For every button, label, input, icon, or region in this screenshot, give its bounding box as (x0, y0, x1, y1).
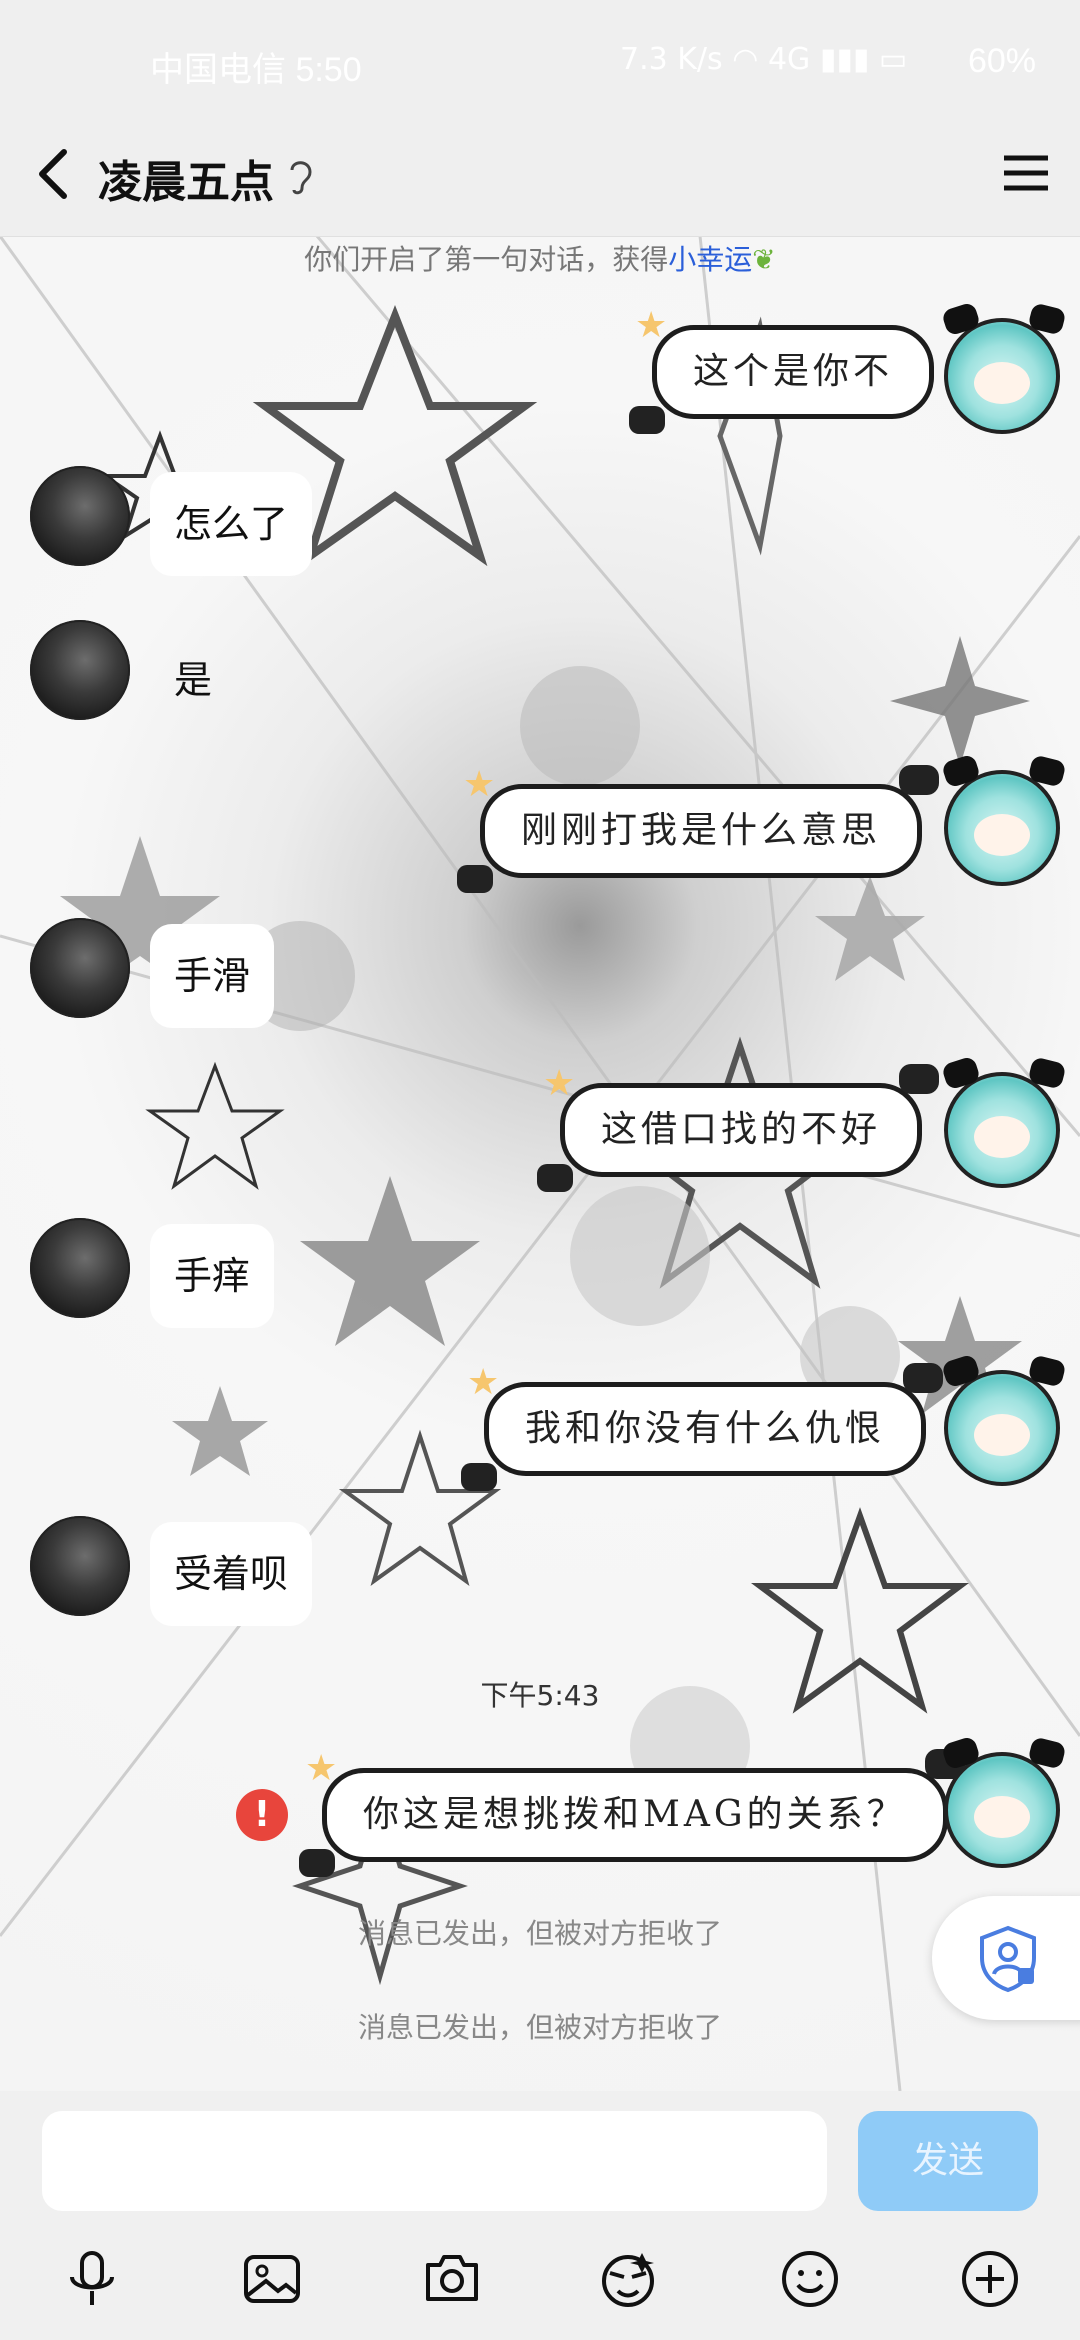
battery-percent: 60% (967, 42, 1036, 80)
plus-icon[interactable] (958, 2247, 1022, 2311)
message-text: 你这是想挑拨和MAG的关系？ (363, 1794, 907, 1835)
star-deco-icon: ★ (463, 764, 500, 805)
contact-avatar[interactable] (30, 918, 130, 1018)
network-speed: 7.3 K/s (620, 42, 723, 77)
my-avatar[interactable] (940, 1353, 1067, 1486)
microphone-icon[interactable] (60, 2247, 124, 2311)
cat-deco-icon (537, 1164, 573, 1192)
cat-deco-icon (299, 1849, 335, 1877)
status-bar: 中国电信 5:50 7.3 K/s ◠ 4G ▮▮▮ ▭ 60% (0, 0, 1080, 128)
message-bubble-sent[interactable]: ★ 这个是你不 (629, 308, 935, 434)
message-text: 手滑 (174, 954, 251, 998)
emoji-icon[interactable] (778, 2247, 842, 2311)
security-shield-button[interactable] (932, 1896, 1080, 2020)
message-text: 这借口找的不好 (601, 1109, 882, 1150)
avatar-face (974, 362, 1030, 404)
cat-deco-icon (899, 765, 940, 795)
message-bubble-sent[interactable]: ★ 我和你没有什么仇恨 (461, 1363, 944, 1491)
my-avatar[interactable] (940, 301, 1067, 434)
message-text: 受着呗 (174, 1552, 289, 1596)
wifi-icon: ◠ (732, 42, 759, 77)
send-button[interactable]: 发送 (858, 2111, 1038, 2211)
rejected-notice: 消息已发出，但被对方拒收了 (357, 2011, 722, 2044)
image-icon[interactable] (240, 2247, 304, 2311)
contact-avatar[interactable] (30, 1218, 130, 1318)
signal-label: 4G (767, 42, 811, 77)
avatar-face (974, 814, 1030, 856)
cat-deco-icon (457, 865, 493, 893)
message-bubble-received[interactable]: 怎么了 (150, 472, 313, 576)
sticker-icon[interactable] (596, 2247, 660, 2311)
message-bubble-sent[interactable]: ★ 刚刚打我是什么意思 (457, 765, 940, 893)
star-deco-icon: ★ (305, 1748, 342, 1789)
message-text: 我和你没有什么仇恨 (525, 1408, 886, 1449)
back-arrow-icon[interactable] (28, 144, 78, 204)
chat-header: 凌晨五点 (0, 128, 1080, 237)
avatar-face (974, 1414, 1030, 1456)
message-bubble-received[interactable]: 受着呗 (150, 1522, 313, 1626)
cat-deco-icon (903, 1363, 944, 1393)
chat-screen: 中国电信 5:50 7.3 K/s ◠ 4G ▮▮▮ ▭ 60% 凌晨五点 你们… (0, 0, 1080, 2340)
message-text: 是 (174, 658, 213, 702)
earpiece-mode-icon[interactable] (284, 154, 316, 198)
message-text: 怎么了 (174, 502, 289, 546)
message-bubble-sent[interactable]: ★ 这借口找的不好 (537, 1064, 940, 1192)
avatar-face (974, 1796, 1030, 1838)
message-text: 手痒 (174, 1254, 251, 1298)
message-text: 这个是你不 (693, 351, 894, 392)
cat-deco-icon (461, 1463, 497, 1491)
sprout-icon: ❦ (752, 243, 776, 276)
rejected-notice: 消息已发出，但被对方拒收了 (357, 1917, 722, 1950)
signal-icon: ▮▮▮ (819, 42, 870, 77)
message-bubble-received[interactable]: 是 (150, 628, 236, 732)
my-avatar[interactable] (940, 753, 1067, 886)
time-divider: 下午5:43 (480, 1679, 600, 1712)
menu-icon[interactable] (1000, 148, 1052, 198)
first-chat-text: 你们开启了第一句对话，获得 (304, 243, 669, 276)
message-bubble-received[interactable]: 手滑 (150, 924, 275, 1028)
star-deco-icon: ★ (635, 305, 672, 346)
message-bubble-received[interactable]: 手痒 (150, 1224, 275, 1328)
first-chat-notice: 你们开启了第一句对话，获得小幸运❦ (0, 238, 1080, 278)
cat-deco-icon (629, 406, 665, 434)
star-deco-icon: ★ (467, 1362, 504, 1403)
lucky-link[interactable]: 小幸运 (668, 243, 752, 276)
send-error-icon[interactable]: ! (236, 1789, 288, 1841)
battery-icon: ▭ (878, 42, 908, 77)
message-input[interactable] (42, 2111, 827, 2211)
avatar-face (974, 1116, 1030, 1158)
contact-avatar[interactable] (30, 620, 130, 720)
message-text: 刚刚打我是什么意思 (521, 810, 882, 851)
my-avatar[interactable] (940, 1735, 1067, 1868)
cat-deco-icon (899, 1064, 940, 1094)
contact-avatar[interactable] (30, 1516, 130, 1616)
shield-user-icon (980, 1925, 1036, 1993)
chat-title[interactable]: 凌晨五点 (98, 146, 274, 210)
carrier-time: 中国电信 5:50 (150, 51, 362, 89)
contact-avatar[interactable] (30, 466, 130, 566)
input-area: 发送 (0, 2091, 1080, 2340)
camera-icon[interactable] (420, 2247, 484, 2311)
my-avatar[interactable] (940, 1055, 1067, 1188)
star-deco-icon: ★ (543, 1063, 580, 1104)
message-bubble-sent[interactable]: ★ 你这是想挑拨和MAG的关系？ (299, 1749, 965, 1877)
status-icons: 7.3 K/s ◠ 4G ▮▮▮ ▭ (620, 42, 907, 77)
